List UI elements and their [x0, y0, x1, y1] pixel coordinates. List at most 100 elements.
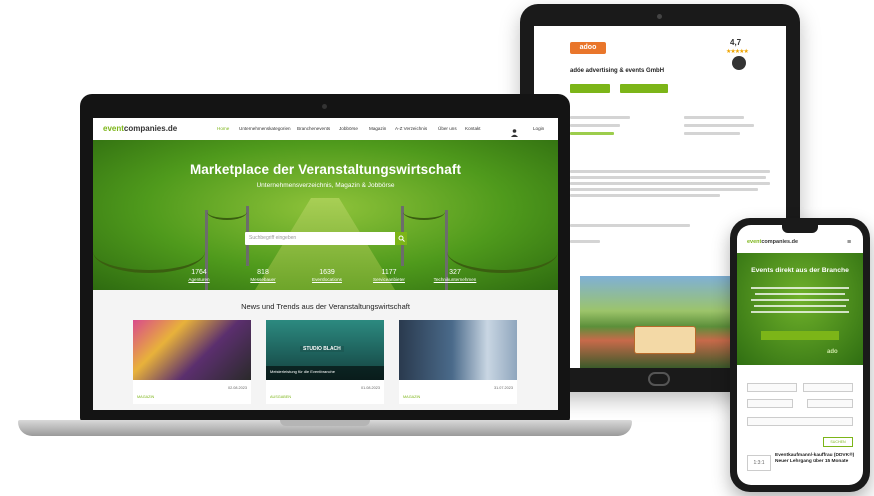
- phone-hero-text-line: [751, 311, 849, 313]
- phone-hero-text-line: [751, 287, 849, 289]
- phone-screen: eventcompanies.de ≡ Events direkt aus de…: [737, 225, 863, 485]
- stat-label: Messebauer: [250, 277, 276, 282]
- tablet-text-line: [684, 132, 740, 135]
- nav-contact[interactable]: Kontakt: [465, 126, 481, 131]
- stat-agencies[interactable]: 1764 Agenturen: [169, 269, 229, 282]
- phone-notch: [782, 225, 818, 233]
- tablet-photo-float: [634, 326, 696, 354]
- stat-label: Technikunternehmen: [433, 277, 477, 282]
- stat-tech-companies[interactable]: 327 Technikunternehmen: [425, 269, 485, 282]
- phone-hero-title: Events direkt aus der Branche: [751, 267, 849, 274]
- tablet-company-name: adóe advertising & events GmbH: [570, 68, 665, 74]
- nav-about-us[interactable]: Über uns: [438, 126, 457, 131]
- studio-label: STUDIO BLACH: [300, 346, 344, 352]
- menu-icon[interactable]: ≡: [847, 239, 851, 246]
- tablet-text-line: [570, 124, 620, 127]
- news-card-date: 31.07.2023: [493, 386, 513, 390]
- phone-hero-text-line: [751, 299, 849, 301]
- top-navigation: eventcompanies.de Home Unternehmenskateg…: [93, 118, 558, 141]
- phone-ado-mark: ado: [827, 349, 838, 355]
- logo-part-event: event: [103, 124, 124, 133]
- news-card[interactable]: STUDIO BLACH Meisterleistung für die Eve…: [266, 320, 384, 404]
- stat-event-locations[interactable]: 1639 Eventlocations: [297, 269, 357, 282]
- tablet-text-line: [570, 224, 690, 227]
- rope-barrier: [93, 230, 205, 273]
- stat-service-providers[interactable]: 1177 Serviceanbieter: [359, 269, 419, 282]
- tablet-home-button[interactable]: [648, 372, 670, 386]
- tablet-text-line: [684, 124, 754, 127]
- tablet-text-line: [570, 170, 770, 173]
- search-button[interactable]: [395, 232, 407, 245]
- phone-select[interactable]: [803, 383, 853, 392]
- stat-label: Serviceanbieter: [373, 277, 405, 282]
- nav-az-directory[interactable]: A-Z Verzeichnis: [395, 126, 427, 131]
- stat-value: 1764: [191, 269, 207, 276]
- nav-job-board[interactable]: Jobbörse: [339, 126, 358, 131]
- tablet-text-line: [570, 194, 720, 197]
- nav-home[interactable]: Home: [217, 126, 229, 131]
- stat-value: 327: [449, 269, 461, 276]
- stat-label: Eventlocations: [312, 277, 342, 282]
- phone-hero-text-line: [754, 305, 846, 307]
- phone-site-logo[interactable]: eventcompanies.de: [747, 239, 798, 245]
- phone-event-logo: 1:3:1: [747, 455, 771, 471]
- hero-section: Marketplace der Veranstaltungswirtschaft…: [93, 140, 558, 290]
- phone-hero: Events direkt aus der Branche ado: [737, 253, 863, 365]
- phone-hero-text-line: [755, 293, 845, 295]
- tablet-button-primary[interactable]: [570, 84, 610, 93]
- rope-barrier: [447, 230, 558, 273]
- news-card-tag[interactable]: MAGAZIN: [403, 395, 420, 399]
- tablet-button-secondary[interactable]: [620, 84, 668, 93]
- search-input[interactable]: Suchbegriff eingeben: [245, 232, 407, 245]
- news-card-image: [133, 320, 251, 380]
- tablet-text-line: [570, 182, 770, 185]
- tablet-text-line: [570, 240, 600, 243]
- news-card-tag[interactable]: MAGAZIN: [137, 395, 154, 399]
- nav-industry-events[interactable]: Branchenevents: [297, 126, 330, 131]
- stat-value: 1177: [381, 269, 397, 276]
- news-card-caption: Meisterleistung für die Eventbranche: [270, 369, 335, 374]
- news-card-image: [399, 320, 517, 380]
- logo-part-domain: companies.de: [123, 124, 178, 133]
- phone-search-button[interactable]: SUCHEN: [823, 437, 853, 447]
- tablet-camera: [657, 14, 662, 19]
- news-card-tag[interactable]: AUSGABEN: [270, 395, 291, 399]
- stat-value: 1639: [319, 269, 335, 276]
- news-card[interactable]: 31.07.2023 MAGAZIN: [399, 320, 517, 404]
- logo-part-domain: companies.de: [761, 239, 799, 245]
- tablet-text-line: [570, 188, 758, 191]
- phone-cta-button[interactable]: [761, 331, 839, 340]
- tablet-link-line[interactable]: [570, 132, 614, 135]
- tablet-text-line: [570, 176, 766, 179]
- stat-label: Agenturen: [188, 277, 210, 282]
- rope-barrier: [403, 204, 445, 220]
- news-section: News und Trends aus der Veranstaltungswi…: [93, 290, 558, 410]
- hero-subtitle: Unternehmensverzeichnis, Magazin & Jobbö…: [256, 182, 395, 189]
- phone-select[interactable]: [747, 417, 853, 426]
- phone-select[interactable]: [747, 383, 797, 392]
- news-card-date: 02.08.2023: [227, 386, 247, 390]
- news-title: News und Trends aus der Veranstaltungswi…: [241, 302, 410, 311]
- login-link[interactable]: Login: [533, 126, 544, 131]
- star-icon: ★★★★★: [726, 49, 749, 55]
- search-placeholder: Suchbegriff eingeben: [249, 235, 297, 241]
- news-card-image: STUDIO BLACH Meisterleistung für die Eve…: [266, 320, 384, 380]
- stat-exhibition-builders[interactable]: 818 Messebauer: [233, 269, 293, 282]
- tablet-text-line: [684, 116, 744, 119]
- phone-date-to[interactable]: [807, 399, 853, 408]
- laptop-opening-notch: [280, 420, 370, 426]
- laptop-screen: eventcompanies.de Home Unternehmenskateg…: [93, 118, 558, 410]
- phone-date-from[interactable]: [747, 399, 793, 408]
- nav-magazine[interactable]: Magazin: [369, 126, 386, 131]
- logo-part-event: event: [747, 239, 762, 245]
- phone-event-title[interactable]: Eventkaufmann/-kauffrau (DDVK®) Neuer Le…: [775, 453, 859, 465]
- site-logo[interactable]: eventcompanies.de: [103, 124, 177, 133]
- laptop-camera: [322, 104, 327, 109]
- rope-barrier: [207, 204, 247, 220]
- tablet-company-logo: adoo: [570, 42, 606, 54]
- search-icon: [398, 235, 405, 242]
- news-card[interactable]: 02.08.2023 MAGAZIN: [133, 320, 251, 404]
- hero-title: Marketplace der Veranstaltungswirtschaft: [189, 162, 462, 177]
- tablet-rating: 4,7: [730, 38, 742, 47]
- nav-company-categories[interactable]: Unternehmenskategorien: [239, 126, 291, 131]
